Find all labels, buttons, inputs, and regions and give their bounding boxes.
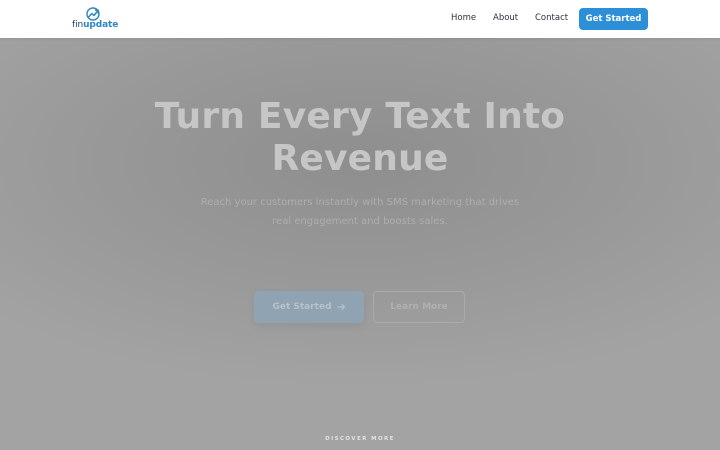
hero-subtitle: Reach your customers instantly with SMS … [180,193,540,231]
logo-trend-icon [86,7,100,21]
hero-section: Turn Every Text Into Revenue Reach your … [0,38,720,450]
brand-name-plain: fin [72,20,84,30]
brand-logo[interactable]: finupdate [72,7,118,31]
nav-get-started-button[interactable]: Get Started [579,8,648,30]
hero-title-line-1: Turn Every Text Into [154,96,566,137]
hero-subtitle-line-2: real engagement and boosts sales. [272,216,448,227]
nav-link-contact[interactable]: Contact [535,13,568,23]
hero-get-started-label: Get Started [272,302,332,312]
hero-get-started-button[interactable]: Get Started [254,291,364,323]
arrow-right-icon [336,303,345,311]
discover-more-label: DISCOVER MORE [325,436,395,442]
hero-title-line-2: Revenue [271,138,449,179]
nav-link-home[interactable]: Home [451,13,476,23]
hero-title: Turn Every Text Into Revenue [120,96,600,180]
nav-link-about[interactable]: About [493,13,518,23]
hero-learn-more-button[interactable]: Learn More [373,291,465,323]
hero-subtitle-line-1: Reach your customers instantly with SMS … [200,197,520,208]
brand-wordmark: finupdate [72,20,118,30]
brand-name-bold: update [83,20,119,30]
navbar: finupdate Home About Contact Get Started [0,0,720,38]
